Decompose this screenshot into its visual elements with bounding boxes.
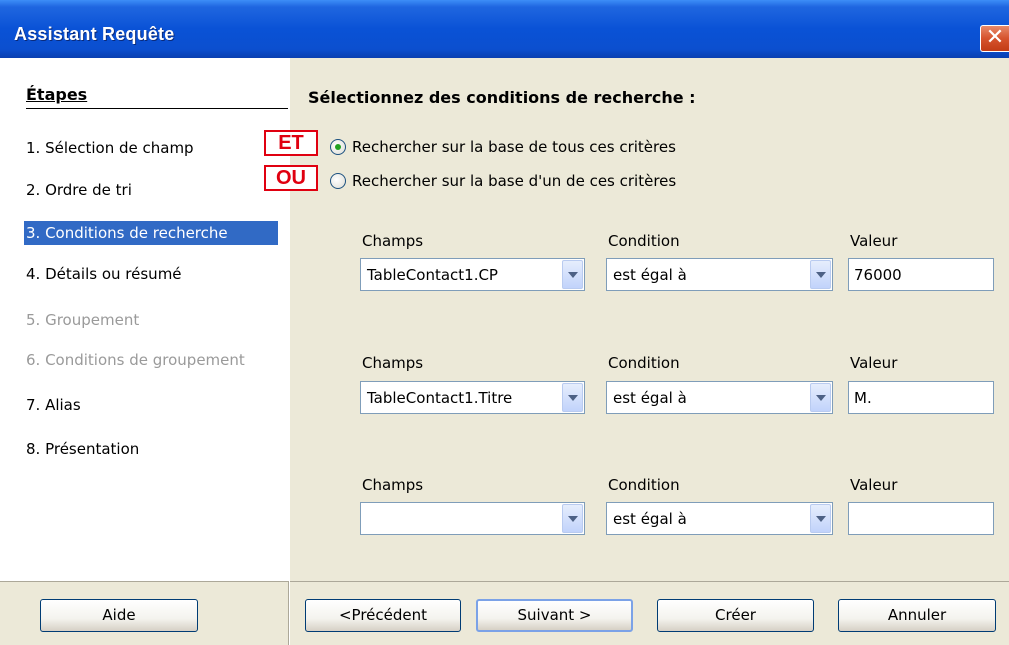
create-button[interactable]: Créer	[657, 599, 814, 632]
chevron-down-icon[interactable]	[810, 260, 831, 289]
next-button[interactable]: Suivant >	[476, 599, 633, 632]
step-item-2[interactable]: 2. Ordre de tri	[24, 178, 278, 202]
page-title: Sélectionnez des conditions de recherche…	[308, 88, 696, 107]
condition-label-2: Condition	[608, 354, 680, 372]
radio-all-label: Rechercher sur la base de tous ces critè…	[352, 138, 676, 156]
value-label-3: Valeur	[850, 476, 898, 494]
step-item-6: 6. Conditions de groupement	[26, 351, 245, 369]
step-item-8[interactable]: 8. Présentation	[24, 437, 278, 461]
condition-label-3: Condition	[608, 476, 680, 494]
cancel-button[interactable]: Annuler	[838, 599, 996, 632]
step-item-1[interactable]: 1. Sélection de champ	[24, 136, 278, 160]
title-bar: Assistant Requête ✕	[0, 0, 1009, 58]
value-input-2-text: M.	[854, 389, 872, 407]
help-button[interactable]: Aide	[40, 599, 198, 632]
condition-select-2[interactable]: est égal à	[606, 381, 833, 414]
chevron-down-icon[interactable]	[562, 260, 583, 289]
field-select-2-value: TableContact1.Titre	[367, 389, 513, 407]
steps-title: Étapes	[26, 85, 288, 109]
step-item-7[interactable]: 7. Alias	[24, 393, 278, 417]
chevron-down-icon[interactable]	[810, 383, 831, 412]
radio-any-criteria[interactable]: Rechercher sur la base d'un de ces critè…	[330, 170, 676, 192]
field-label-3: Champs	[362, 476, 424, 494]
step-item-4[interactable]: 4. Détails ou résumé	[24, 262, 278, 286]
main-panel: Sélectionnez des conditions de recherche…	[264, 58, 1009, 581]
field-label-1: Champs	[362, 232, 424, 250]
radio-all-indicator[interactable]	[330, 139, 346, 155]
close-icon: ✕	[985, 25, 1005, 50]
window-title: Assistant Requête	[14, 24, 175, 44]
condition-select-3[interactable]: est égal à	[606, 502, 833, 535]
radio-all-criteria[interactable]: Rechercher sur la base de tous ces critè…	[330, 136, 676, 158]
condition-select-1[interactable]: est égal à	[606, 258, 833, 291]
field-label-2: Champs	[362, 354, 424, 372]
value-label-1: Valeur	[850, 232, 898, 250]
steps-sidebar: Étapes 1. Sélection de champ 2. Ordre de…	[0, 58, 290, 581]
step-item-5: 5. Groupement	[26, 311, 140, 329]
and-tag: ET	[264, 130, 318, 156]
value-input-1[interactable]: 76000	[848, 258, 994, 291]
field-select-2[interactable]: TableContact1.Titre	[360, 381, 585, 414]
button-bar: Aide <Précédent Suivant > Créer Annuler	[0, 581, 1009, 645]
chevron-down-icon[interactable]	[562, 383, 583, 412]
chevron-down-icon[interactable]	[810, 504, 831, 533]
value-input-1-text: 76000	[854, 266, 902, 284]
previous-button[interactable]: <Précédent	[305, 599, 461, 632]
condition-select-2-value: est égal à	[613, 389, 687, 407]
value-input-3[interactable]	[848, 502, 994, 535]
field-select-1-value: TableContact1.CP	[367, 266, 498, 284]
field-select-3[interactable]	[360, 502, 585, 535]
condition-select-3-value: est égal à	[613, 510, 687, 528]
field-select-1[interactable]: TableContact1.CP	[360, 258, 585, 291]
radio-any-label: Rechercher sur la base d'un de ces critè…	[352, 172, 677, 190]
or-tag: OU	[264, 165, 318, 191]
condition-label-1: Condition	[608, 232, 680, 250]
step-item-3[interactable]: 3. Conditions de recherche	[24, 221, 278, 245]
condition-select-1-value: est égal à	[613, 266, 687, 284]
value-label-2: Valeur	[850, 354, 898, 372]
footer-divider	[288, 581, 290, 645]
value-input-2[interactable]: M.	[848, 381, 994, 414]
close-button[interactable]: ✕	[980, 25, 1009, 52]
radio-any-indicator[interactable]	[330, 173, 346, 189]
chevron-down-icon[interactable]	[562, 504, 583, 533]
